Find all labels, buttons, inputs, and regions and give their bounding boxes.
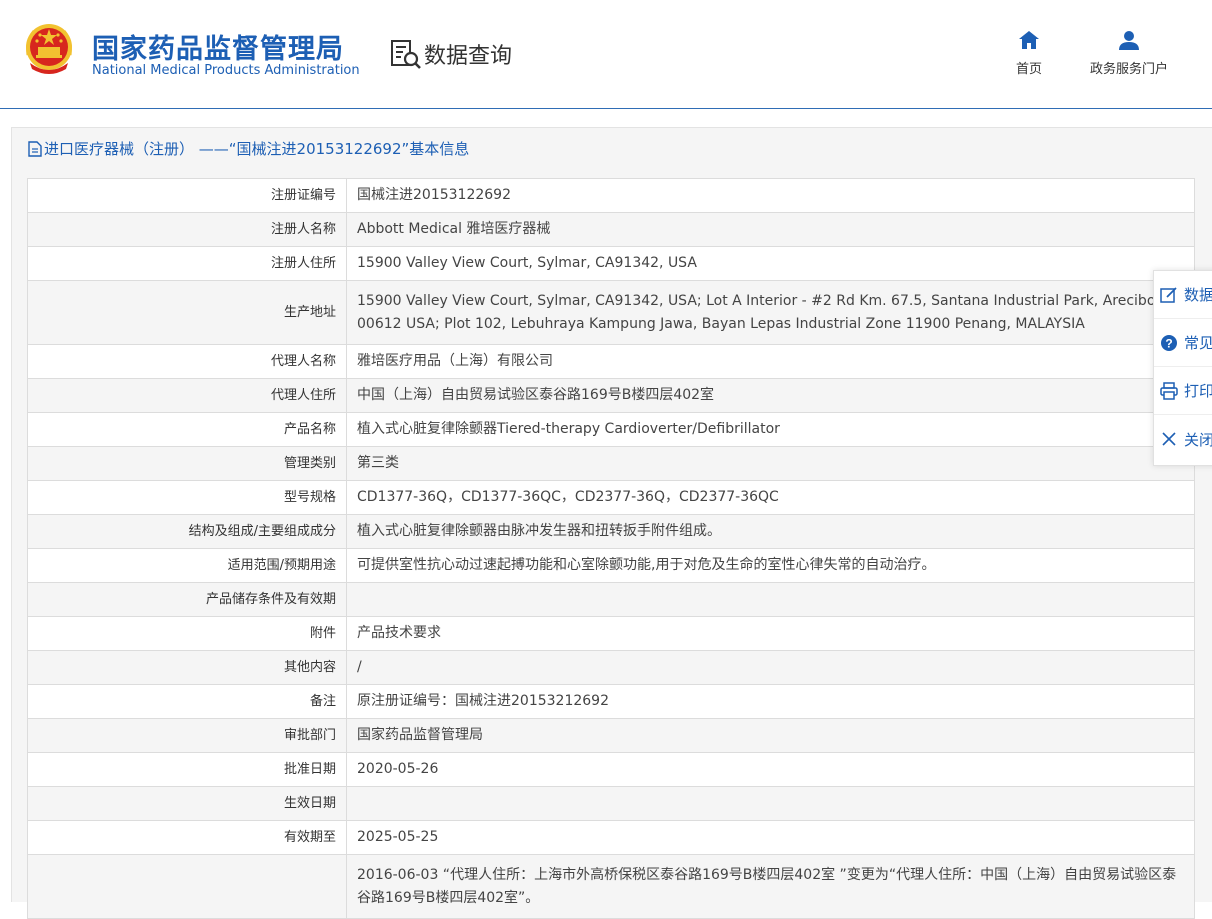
site-header: 国家药品监督管理局 National Medical Products Admi… [0, 0, 1212, 109]
row-label: 批准日期 [27, 752, 347, 787]
nav-home-label: 首页 [1015, 62, 1042, 77]
floating-side-menu: 数据 ? 常见 打印 关闭 [1153, 270, 1212, 466]
row-label: 有效期至 [27, 820, 347, 855]
row-value: 2016-06-03 “代理人住所：上海市外高桥保税区泰谷路169号B楼四层40… [346, 854, 1195, 919]
table-row: 代理人住所 中国（上海）自由贸易试验区泰谷路169号B楼四层402室 [27, 378, 1195, 413]
table-row: 产品储存条件及有效期 [27, 582, 1195, 617]
row-value [346, 582, 1195, 617]
site-title-chinese: 国家药品监督管理局 [92, 34, 344, 65]
row-label: 产品名称 [27, 412, 347, 447]
nav-portal-label: 政务服务门户 [1089, 62, 1168, 77]
table-row: 适用范围/预期用途 可提供室性抗心动过速起搏功能和心室除颤功能,用于对危及生命的… [27, 548, 1195, 583]
user-icon [1119, 31, 1139, 50]
table-row: 注册人住所 15900 Valley View Court, Sylmar, C… [27, 246, 1195, 281]
row-label: 管理类别 [27, 446, 347, 481]
data-query-heading: 数据查询 [390, 38, 512, 70]
row-value: 中国（上海）自由贸易试验区泰谷路169号B楼四层402室 [346, 378, 1195, 413]
table-row: 结构及组成/主要组成成分 植入式心脏复律除颤器由脉冲发生器和扭转扳手附件组成。 [27, 514, 1195, 549]
row-label: 结构及组成/主要组成成分 [27, 514, 347, 549]
float-print-button[interactable]: 打印 [1154, 367, 1212, 415]
row-label: 代理人名称 [27, 344, 347, 379]
float-faq-button[interactable]: ? 常见 [1154, 319, 1212, 367]
row-label: 其他内容 [27, 650, 347, 685]
row-value: 植入式心脏复律除颤器由脉冲发生器和扭转扳手附件组成。 [346, 514, 1195, 549]
table-row: 产品名称 植入式心脏复律除颤器Tiered-therapy Cardiovert… [27, 412, 1195, 447]
question-icon: ? [1161, 334, 1177, 351]
table-row: 审批部门 国家药品监督管理局 [27, 718, 1195, 753]
table-row: 型号规格 CD1377-36Q，CD1377-36QC，CD2377-36Q，C… [27, 480, 1195, 515]
row-value: 第三类 [346, 446, 1195, 481]
close-icon [1162, 432, 1176, 446]
row-label: 生产地址 [27, 280, 347, 345]
document-icon [28, 140, 42, 157]
row-label [27, 854, 347, 919]
float-data-button[interactable]: 数据 [1154, 271, 1212, 319]
row-label: 审批部门 [27, 718, 347, 753]
printer-icon [1160, 381, 1178, 400]
nav-home-link[interactable]: 首页 [1008, 30, 1050, 77]
row-value: / [346, 650, 1195, 685]
row-label: 型号规格 [27, 480, 347, 515]
nav-portal-link[interactable]: 政务服务门户 [1083, 30, 1175, 77]
site-title-english: National Medical Products Administration [92, 63, 360, 78]
table-row: 注册证编号 国械注进20153122692 [27, 178, 1195, 213]
row-label: 附件 [27, 616, 347, 651]
row-value: 雅培医疗用品（上海）有限公司 [346, 344, 1195, 379]
row-value: 15900 Valley View Court, Sylmar, CA91342… [346, 246, 1195, 281]
table-row: 注册人名称 Abbott Medical 雅培医疗器械 [27, 212, 1195, 247]
float-close-button[interactable]: 关闭 [1154, 415, 1212, 463]
row-label: 生效日期 [27, 786, 347, 821]
home-icon [1019, 31, 1039, 49]
table-row: 有效期至 2025-05-25 [27, 820, 1195, 855]
row-value: 可提供室性抗心动过速起搏功能和心室除颤功能,用于对危及生命的室性心律失常的自动治… [346, 548, 1195, 583]
float-close-label: 关闭 [1184, 430, 1212, 449]
row-value: 原注册证编号：国械注进20153212692 [346, 684, 1195, 719]
panel-title-text: 进口医疗器械（注册） ——“国械注进20153122692”基本信息 [44, 140, 470, 158]
float-print-label: 打印 [1184, 382, 1212, 400]
row-label: 注册人名称 [27, 212, 347, 247]
registration-info-table: 注册证编号 国械注进20153122692 注册人名称 Abbott Medic… [27, 178, 1195, 919]
national-emblem-icon [26, 24, 72, 74]
table-row: 备注 原注册证编号：国械注进20153212692 [27, 684, 1195, 719]
row-value: CD1377-36Q，CD1377-36QC，CD2377-36Q，CD2377… [346, 480, 1195, 515]
row-value: 国械注进20153122692 [346, 178, 1195, 213]
row-value: 产品技术要求 [346, 616, 1195, 651]
document-search-icon [391, 40, 421, 69]
row-value: 15900 Valley View Court, Sylmar, CA91342… [346, 280, 1195, 345]
table-row: 生效日期 [27, 786, 1195, 821]
row-value [346, 786, 1195, 821]
table-row: 生产地址 15900 Valley View Court, Sylmar, CA… [27, 280, 1195, 345]
table-row: 其他内容 / [27, 650, 1195, 685]
table-row: 管理类别 第三类 [27, 446, 1195, 481]
row-label: 注册证编号 [27, 178, 347, 213]
row-label: 产品储存条件及有效期 [27, 582, 347, 617]
edit-icon [1160, 286, 1177, 303]
row-value: 2020-05-26 [346, 752, 1195, 787]
panel-title: 进口医疗器械（注册） ——“国械注进20153122692”基本信息 [28, 138, 469, 159]
row-value: 2025-05-25 [346, 820, 1195, 855]
row-label: 代理人住所 [27, 378, 347, 413]
row-label: 注册人住所 [27, 246, 347, 281]
row-label: 备注 [27, 684, 347, 719]
svg-text:?: ? [1165, 336, 1172, 350]
data-query-label: 数据查询 [424, 44, 513, 69]
table-row: 附件 产品技术要求 [27, 616, 1195, 651]
row-value: 植入式心脏复律除颤器Tiered-therapy Cardioverter/De… [346, 412, 1195, 447]
float-data-label: 数据 [1184, 286, 1212, 304]
table-row: 代理人名称 雅培医疗用品（上海）有限公司 [27, 344, 1195, 379]
row-value: 国家药品监督管理局 [346, 718, 1195, 753]
table-row: 批准日期 2020-05-26 [27, 752, 1195, 787]
table-row: 2016-06-03 “代理人住所：上海市外高桥保税区泰谷路169号B楼四层40… [27, 854, 1195, 919]
row-label: 适用范围/预期用途 [27, 548, 347, 583]
float-faq-label: 常见 [1184, 334, 1212, 352]
row-value: Abbott Medical 雅培医疗器械 [346, 212, 1195, 247]
